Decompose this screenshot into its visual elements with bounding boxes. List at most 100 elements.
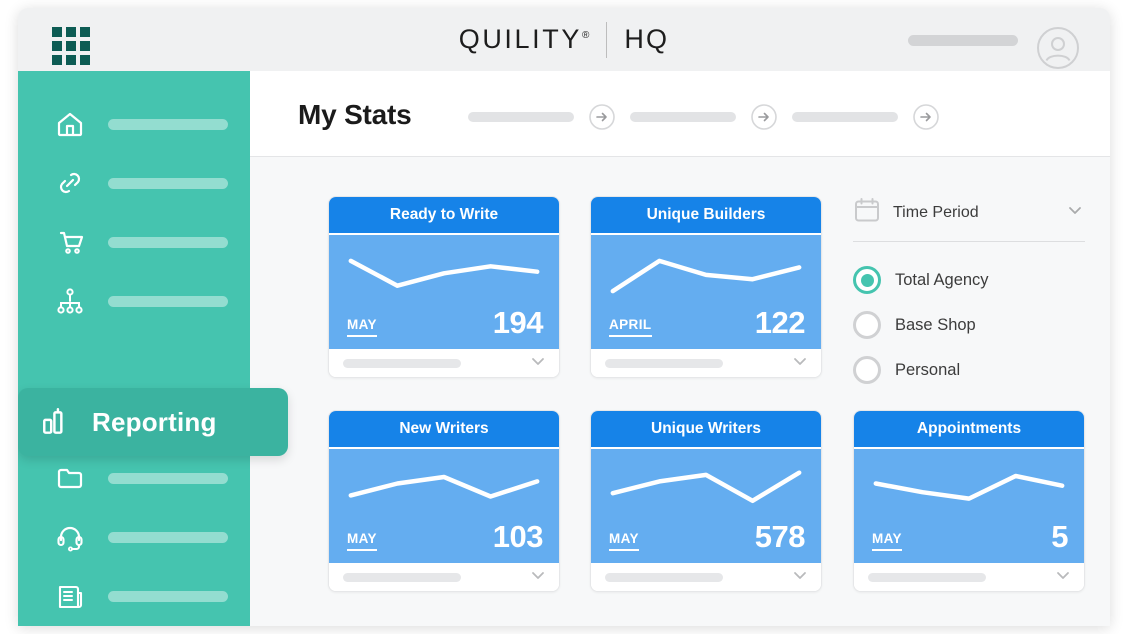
card-month-label: MAY bbox=[872, 531, 902, 551]
card-body: MAY 578 bbox=[591, 449, 821, 563]
card-month-label: APRIL bbox=[609, 317, 652, 337]
card-footer[interactable] bbox=[329, 349, 559, 377]
page-header: My Stats bbox=[250, 71, 1110, 157]
sidebar-item-home[interactable] bbox=[54, 107, 228, 141]
sidebar-item-label bbox=[108, 472, 228, 484]
radio-option-personal[interactable]: Personal bbox=[853, 356, 1085, 384]
sidebar-item-label bbox=[108, 295, 228, 307]
radio-button[interactable] bbox=[853, 311, 881, 339]
card-header: Unique Writers bbox=[591, 411, 821, 449]
brand-divider bbox=[606, 21, 608, 58]
card-title: Ready to Write bbox=[389, 206, 499, 223]
card-value: 194 bbox=[492, 305, 544, 340]
sidebar-item-label bbox=[108, 118, 228, 130]
card-body: APRIL 122 bbox=[591, 235, 821, 349]
arrow-right-circle-icon[interactable] bbox=[588, 103, 616, 131]
card-footer[interactable] bbox=[591, 349, 821, 377]
card-value: 5 bbox=[1051, 519, 1068, 554]
time-period-dropdown[interactable]: Time Period bbox=[853, 196, 1085, 242]
calendar-icon bbox=[853, 196, 881, 229]
card-body: MAY 103 bbox=[329, 449, 559, 563]
radio-label: Total Agency bbox=[895, 270, 989, 289]
radio-button[interactable] bbox=[853, 356, 881, 384]
card-title: Appointments bbox=[916, 420, 1022, 437]
chevron-down-icon[interactable] bbox=[791, 566, 809, 589]
chevron-down-icon[interactable] bbox=[791, 352, 809, 375]
radio-label: Base Shop bbox=[895, 315, 976, 334]
stat-card-unique-builders[interactable]: Unique Builders APRIL 122 bbox=[590, 196, 822, 378]
radio-option-total-agency[interactable]: Total Agency bbox=[853, 266, 1085, 294]
card-footer-placeholder bbox=[605, 358, 723, 368]
stat-card-new-writers[interactable]: New Writers MAY 103 bbox=[328, 410, 560, 592]
sidebar-item-label bbox=[108, 177, 228, 189]
card-footer[interactable] bbox=[329, 563, 559, 591]
arrow-right-circle-icon[interactable] bbox=[750, 103, 778, 131]
card-footer-placeholder bbox=[605, 572, 723, 582]
brand-name-text: QUILITY bbox=[458, 24, 582, 54]
main-content: My Stats Ready to Write MAY 194 Unique B… bbox=[250, 71, 1110, 626]
chevron-down-icon[interactable] bbox=[1054, 566, 1072, 589]
card-footer[interactable] bbox=[854, 563, 1084, 591]
chevron-down-icon[interactable] bbox=[529, 566, 547, 589]
reporting-label: Reporting bbox=[92, 406, 217, 437]
card-month-label: MAY bbox=[347, 531, 377, 551]
breadcrumb-placeholder bbox=[468, 112, 574, 122]
sidebar-item-reporting[interactable]: Reporting bbox=[18, 388, 288, 456]
radio-button-selected[interactable] bbox=[853, 266, 881, 294]
card-footer-placeholder bbox=[343, 572, 461, 582]
shopping-cart-icon bbox=[54, 226, 86, 258]
chevron-down-icon[interactable] bbox=[1065, 200, 1085, 225]
sidebar bbox=[18, 71, 250, 626]
card-body: MAY 5 bbox=[854, 449, 1084, 563]
card-footer-placeholder bbox=[868, 572, 986, 582]
stat-card-ready-to-write[interactable]: Ready to Write MAY 194 bbox=[328, 196, 560, 378]
topbar-placeholder-bar bbox=[908, 35, 1018, 46]
card-title: New Writers bbox=[399, 420, 489, 437]
brand-subtitle: HQ bbox=[624, 24, 670, 54]
time-period-label: Time Period bbox=[893, 203, 979, 221]
card-value: 103 bbox=[492, 519, 544, 554]
card-footer-placeholder bbox=[343, 358, 461, 368]
top-bar: QUILITY® HQ bbox=[18, 8, 1110, 71]
folder-icon bbox=[54, 462, 86, 494]
chevron-down-icon[interactable] bbox=[529, 352, 547, 375]
radio-option-base-shop[interactable]: Base Shop bbox=[853, 311, 1085, 339]
link-icon bbox=[54, 167, 86, 199]
user-avatar-icon[interactable] bbox=[1036, 26, 1080, 70]
card-month-label: MAY bbox=[347, 317, 377, 337]
card-title: Unique Builders bbox=[646, 206, 766, 223]
card-header: New Writers bbox=[329, 411, 559, 449]
building-icon bbox=[54, 580, 86, 612]
sidebar-item-label bbox=[108, 590, 228, 602]
sidebar-item-shop[interactable] bbox=[54, 225, 228, 259]
card-value: 122 bbox=[754, 305, 806, 340]
radio-label: Personal bbox=[895, 360, 961, 379]
breadcrumb-placeholder bbox=[792, 112, 898, 122]
card-header: Ready to Write bbox=[329, 197, 559, 235]
app-window: QUILITY® HQ Reporting My Stats Ready to … bbox=[18, 8, 1110, 626]
sidebar-item-support[interactable] bbox=[54, 520, 228, 554]
scope-radio-group: Total Agency Base Shop Personal bbox=[853, 266, 1085, 384]
card-header: Unique Builders bbox=[591, 197, 821, 235]
org-chart-icon bbox=[54, 285, 86, 317]
headset-icon bbox=[54, 521, 86, 553]
stat-card-appointments[interactable]: Appointments MAY 5 bbox=[853, 410, 1085, 592]
sidebar-item-news[interactable] bbox=[54, 579, 228, 613]
arrow-right-circle-icon[interactable] bbox=[912, 103, 940, 131]
brand-name: QUILITY® bbox=[459, 24, 590, 55]
bar-chart-icon bbox=[40, 406, 72, 438]
sidebar-item-org-chart[interactable] bbox=[54, 284, 228, 318]
breadcrumb-placeholder bbox=[630, 112, 736, 122]
sidebar-item-folder[interactable] bbox=[54, 461, 228, 495]
card-footer[interactable] bbox=[591, 563, 821, 591]
card-header: Appointments bbox=[854, 411, 1084, 449]
page-title: My Stats bbox=[298, 99, 412, 130]
sidebar-item-label bbox=[108, 531, 228, 543]
filter-panel: Time Period Total Agency Base Shop Perso… bbox=[853, 196, 1085, 384]
breadcrumb bbox=[468, 103, 940, 131]
registered-mark: ® bbox=[581, 30, 590, 41]
card-body: MAY 194 bbox=[329, 235, 559, 349]
stat-card-unique-writers[interactable]: Unique Writers MAY 578 bbox=[590, 410, 822, 592]
card-title: Unique Writers bbox=[651, 420, 761, 437]
sidebar-item-link[interactable] bbox=[54, 166, 228, 200]
